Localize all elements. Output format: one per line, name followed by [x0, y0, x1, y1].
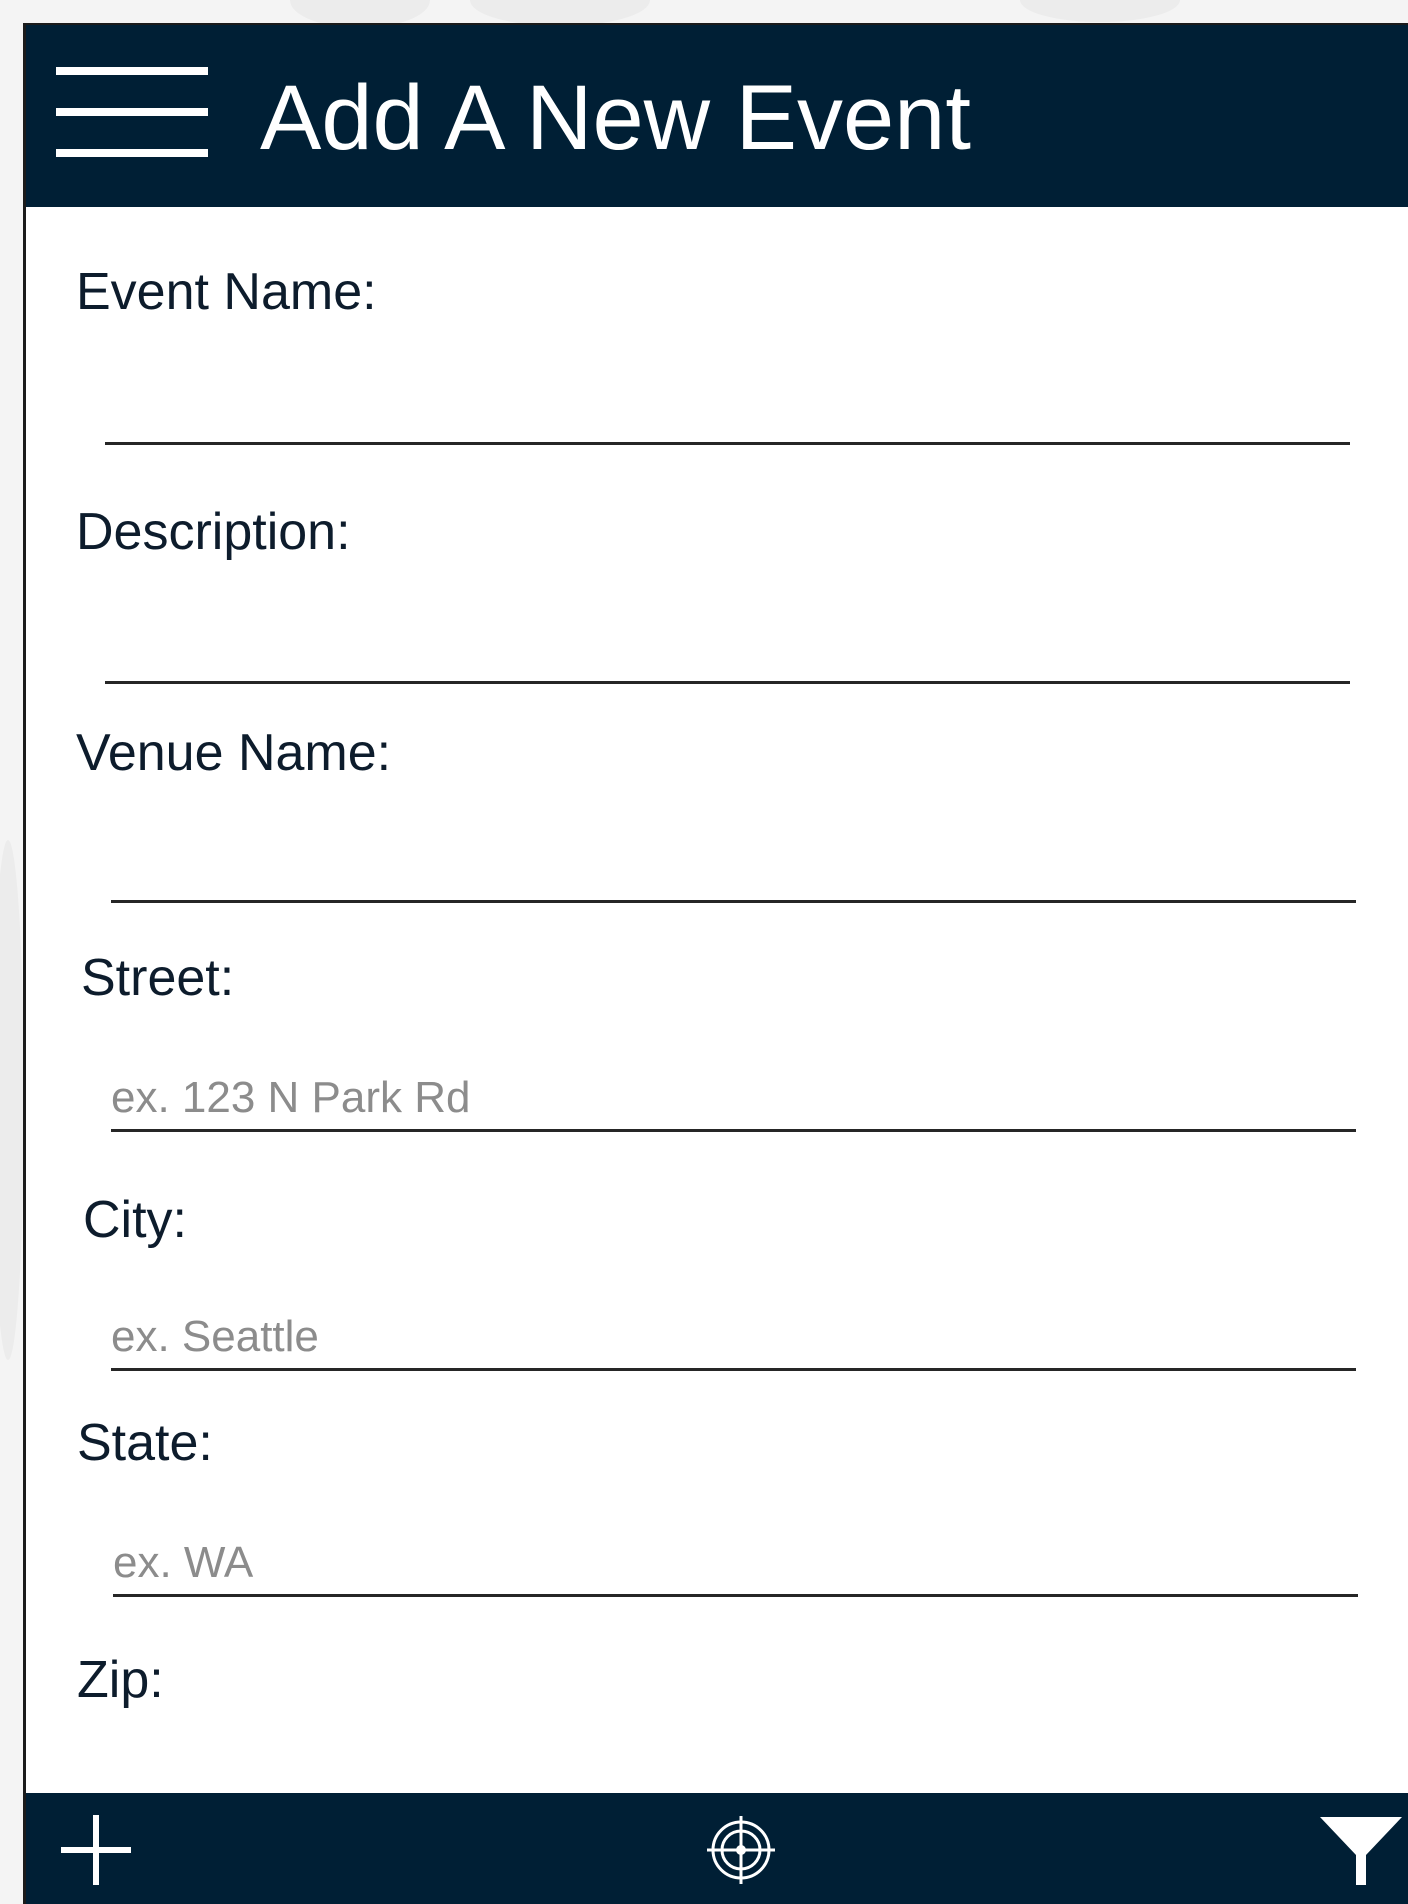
venue-name-label: Venue Name: [76, 724, 392, 782]
state-label: State: [77, 1414, 213, 1472]
locate-button[interactable] [696, 1793, 786, 1904]
street-label: Street: [81, 949, 235, 1007]
city-label: City: [83, 1191, 187, 1249]
venue-name-input[interactable] [111, 837, 1356, 903]
street-input[interactable] [111, 1066, 1356, 1132]
description-label: Description: [76, 503, 351, 561]
page-title: Add A New Event [260, 67, 971, 169]
city-input[interactable] [111, 1305, 1356, 1371]
event-name-label: Event Name: [76, 263, 377, 321]
plus-icon [61, 1814, 131, 1885]
hamburger-menu-icon[interactable] [56, 67, 208, 157]
filter-icon [1320, 1816, 1402, 1885]
event-name-input[interactable] [105, 379, 1350, 445]
zip-label: Zip: [77, 1651, 164, 1709]
filter-button[interactable] [1311, 1793, 1408, 1904]
app-window: Add A New Event Event Name: Description:… [23, 23, 1408, 1904]
description-input[interactable] [105, 618, 1350, 684]
header-bar: Add A New Event [26, 25, 1408, 207]
crosshair-icon [707, 1815, 775, 1884]
footer-toolbar [26, 1793, 1408, 1904]
state-input[interactable] [113, 1531, 1358, 1597]
add-event-button[interactable] [51, 1793, 141, 1904]
